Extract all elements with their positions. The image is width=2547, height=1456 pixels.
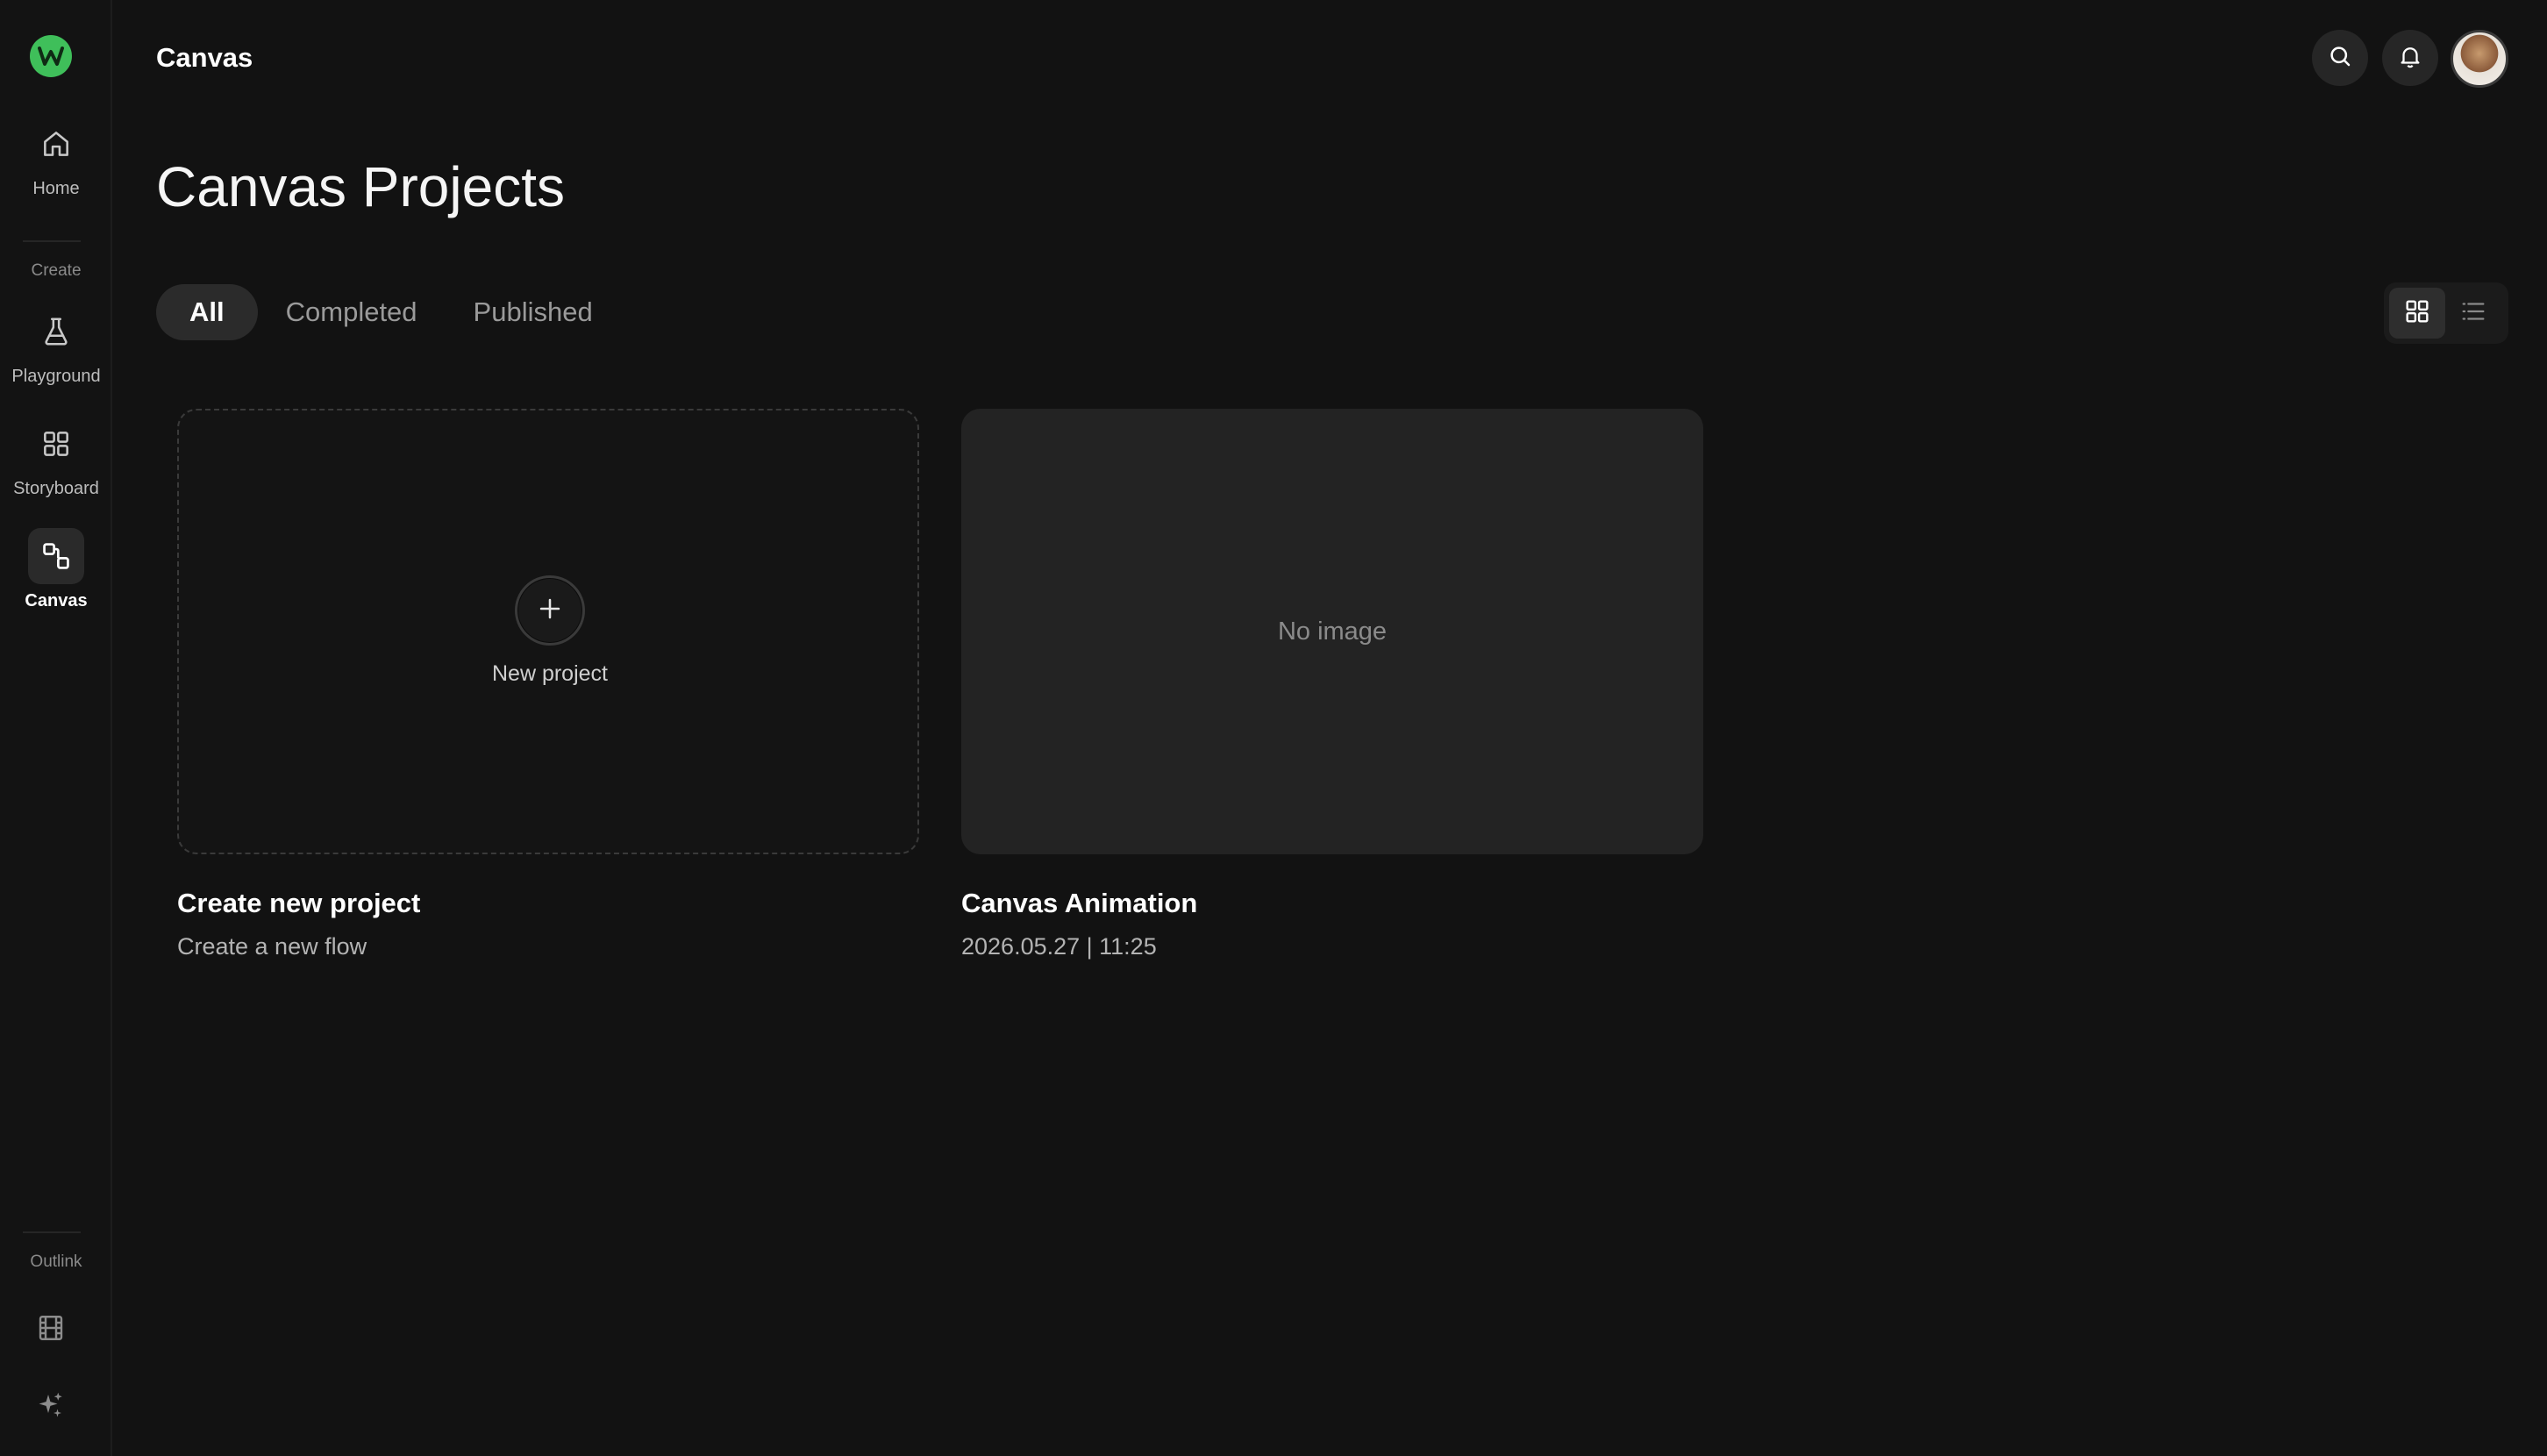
section-label-outlink: Outlink bbox=[30, 1253, 82, 1271]
create-project-dropzone[interactable]: New project bbox=[177, 409, 919, 854]
sidebar: Home Create Playground Storyboard Canvas… bbox=[0, 0, 112, 1456]
card-subtitle: Create a new flow bbox=[177, 933, 367, 960]
sidebar-item-storyboard[interactable]: Storyboard bbox=[0, 416, 112, 499]
sidebar-item-label: Home bbox=[32, 179, 80, 198]
grid-view-icon bbox=[2402, 296, 2432, 331]
logo-icon[interactable] bbox=[30, 35, 72, 77]
sidebar-item-label: Canvas bbox=[25, 591, 88, 610]
sparkles-icon[interactable] bbox=[26, 1381, 75, 1430]
sidebar-item-label: Storyboard bbox=[13, 479, 99, 498]
card-timestamp: 2026.05.27 | 11:25 bbox=[961, 933, 1157, 960]
page-title: Canvas Projects bbox=[156, 155, 565, 218]
filter-tabs: All Completed Published bbox=[156, 284, 621, 340]
view-toggle bbox=[2384, 282, 2508, 344]
bell-icon bbox=[2397, 43, 2423, 74]
flask-icon bbox=[28, 303, 84, 360]
section-label-create: Create bbox=[31, 261, 82, 280]
notifications-button[interactable] bbox=[2382, 30, 2438, 86]
no-image-placeholder: No image bbox=[1277, 617, 1388, 646]
list-view-icon bbox=[2458, 296, 2488, 331]
new-project-button[interactable] bbox=[515, 575, 585, 646]
home-icon bbox=[28, 116, 84, 172]
plus-icon bbox=[535, 594, 565, 628]
list-view-button[interactable] bbox=[2445, 288, 2501, 339]
create-project-card[interactable]: New project Create new project Create a … bbox=[177, 409, 919, 960]
tab-all[interactable]: All bbox=[156, 284, 258, 340]
new-project-label: New project bbox=[492, 661, 608, 686]
film-icon[interactable] bbox=[26, 1303, 75, 1353]
grid-icon bbox=[28, 416, 84, 472]
project-card[interactable]: No image Canvas Animation 2026.05.27 | 1… bbox=[961, 409, 1703, 960]
sidebar-divider bbox=[23, 1231, 81, 1233]
search-button[interactable] bbox=[2312, 30, 2368, 86]
header-title: Canvas bbox=[156, 42, 253, 73]
nodes-icon bbox=[28, 528, 84, 584]
sidebar-item-home[interactable]: Home bbox=[0, 116, 112, 199]
app-root: Home Create Playground Storyboard Canvas… bbox=[0, 0, 2547, 1456]
tab-completed[interactable]: Completed bbox=[258, 284, 446, 340]
grid-view-button[interactable] bbox=[2389, 288, 2445, 339]
avatar[interactable] bbox=[2451, 30, 2508, 88]
search-icon bbox=[2327, 43, 2353, 74]
project-thumbnail[interactable]: No image bbox=[961, 409, 1703, 854]
tab-published[interactable]: Published bbox=[446, 284, 621, 340]
card-title: Canvas Animation bbox=[961, 888, 1198, 918]
sidebar-divider bbox=[23, 240, 81, 242]
card-title: Create new project bbox=[177, 888, 421, 918]
sidebar-item-label: Playground bbox=[11, 367, 101, 386]
sidebar-item-canvas[interactable]: Canvas bbox=[0, 528, 112, 611]
sidebar-item-playground[interactable]: Playground bbox=[0, 303, 112, 387]
